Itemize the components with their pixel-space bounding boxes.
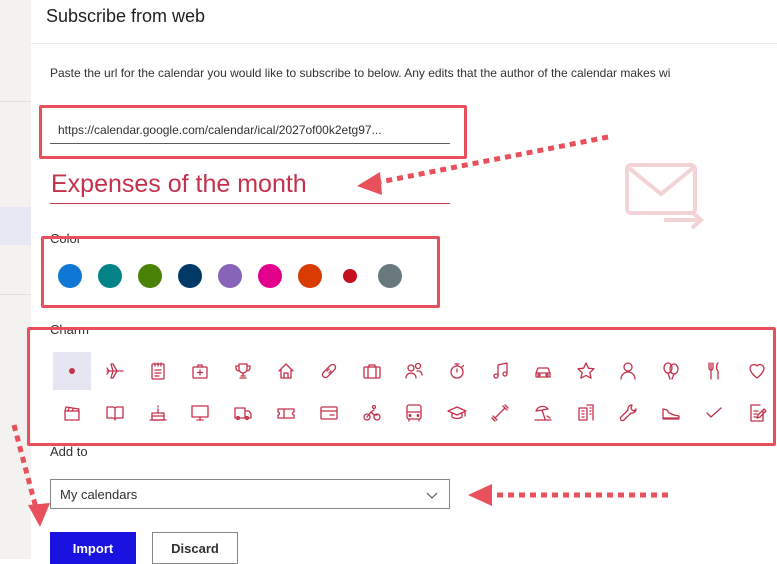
notepad-icon [150,362,165,380]
charm-option[interactable] [695,352,733,390]
envelope-arrow-icon [625,163,705,230]
color-label: Color [50,231,82,246]
charm-option[interactable] [139,394,177,432]
charm-option[interactable] [181,394,219,432]
add-to-dropdown[interactable]: My calendars [50,479,450,509]
color-swatch-teal[interactable] [98,264,122,288]
book-icon [106,406,124,421]
color-swatch-magenta[interactable] [258,264,282,288]
bandage-icon [321,363,336,379]
sidebar-divider [0,101,31,102]
music-note-icon [493,362,508,379]
truck-icon [234,407,252,421]
medical-kit-icon [192,364,209,379]
charm-option[interactable] [652,394,690,432]
dumbbell-icon [491,404,509,422]
charm-option[interactable] [96,352,134,390]
charm-option[interactable] [53,394,91,432]
credit-card-icon [320,406,338,420]
charm-option[interactable] [695,394,733,432]
wrench-icon [620,404,638,422]
birthday-cake-icon [148,405,167,421]
charm-option[interactable] [481,352,519,390]
fork-knife-icon [708,362,719,380]
home-icon [278,363,294,379]
color-swatch-purple[interactable] [218,264,242,288]
charm-option[interactable] [438,352,476,390]
stopwatch-icon [450,363,465,379]
dot-icon [69,368,75,374]
add-to-selected-value: My calendars [60,487,138,502]
left-sidebar-strip [0,0,32,559]
charm-option[interactable] [609,394,647,432]
balloons-icon [663,362,679,380]
color-swatch-green[interactable] [138,264,162,288]
charm-option[interactable] [310,352,348,390]
beach-icon [534,405,552,421]
charm-option[interactable] [96,394,134,432]
charm-option[interactable] [438,394,476,432]
charm-option[interactable] [224,352,262,390]
charm-option[interactable] [310,394,348,432]
trophy-icon [235,363,251,379]
charm-option[interactable] [567,352,605,390]
edit-document-icon [750,404,767,422]
clapperboard-icon [64,406,80,421]
charm-option[interactable] [395,394,433,432]
car-icon [535,367,551,378]
airplane-icon [106,363,124,379]
discard-button[interactable]: Discard [152,532,238,564]
charm-option[interactable] [353,352,391,390]
charm-option[interactable] [738,352,776,390]
panel-description: Paste the url for the calendar you would… [50,66,671,80]
charm-option[interactable] [224,394,262,432]
charm-option[interactable] [524,394,562,432]
briefcase-icon [362,364,381,379]
charm-option[interactable] [738,394,776,432]
charm-option[interactable] [652,352,690,390]
color-swatch-gray[interactable] [378,264,402,288]
star-icon [576,362,595,379]
title-divider [31,43,777,44]
person-icon [620,362,637,380]
checkmark-icon [706,407,722,418]
charm-option[interactable] [353,394,391,432]
color-swatch-red[interactable] [343,269,357,283]
charm-option[interactable] [53,352,91,390]
sneaker-icon [662,408,680,420]
charm-option[interactable] [567,394,605,432]
charm-label: Charm [50,322,90,337]
chevron-down-icon [426,492,438,499]
color-swatch-blue[interactable] [58,264,82,288]
monitor-icon [191,405,210,421]
import-button[interactable]: Import [50,532,136,564]
calendar-name-input[interactable]: Expenses of the month [51,170,307,199]
cyclist-icon [362,404,381,421]
calendar-url-value: https://calendar.google.com/calendar/ica… [58,123,382,137]
sidebar-divider [0,294,31,295]
bus-icon [406,404,423,422]
people-icon [405,362,424,379]
charm-option[interactable] [139,352,177,390]
charm-option[interactable] [481,394,519,432]
add-to-label: Add to [50,444,88,459]
sidebar-selected-item[interactable] [0,207,31,245]
ticket-icon [277,408,295,419]
graduation-cap-icon [447,406,467,420]
charm-option[interactable] [181,352,219,390]
building-icon [577,404,594,421]
panel-title: Subscribe from web [46,6,206,26]
charm-option[interactable] [267,352,305,390]
color-swatch-orange[interactable] [298,264,322,288]
color-swatch-dark-blue[interactable] [178,264,202,288]
charm-option[interactable] [524,352,562,390]
charm-option[interactable] [609,352,647,390]
charm-option[interactable] [395,352,433,390]
heart-icon [749,363,765,379]
charm-option[interactable] [267,394,305,432]
calendar-name-underline [50,203,450,204]
